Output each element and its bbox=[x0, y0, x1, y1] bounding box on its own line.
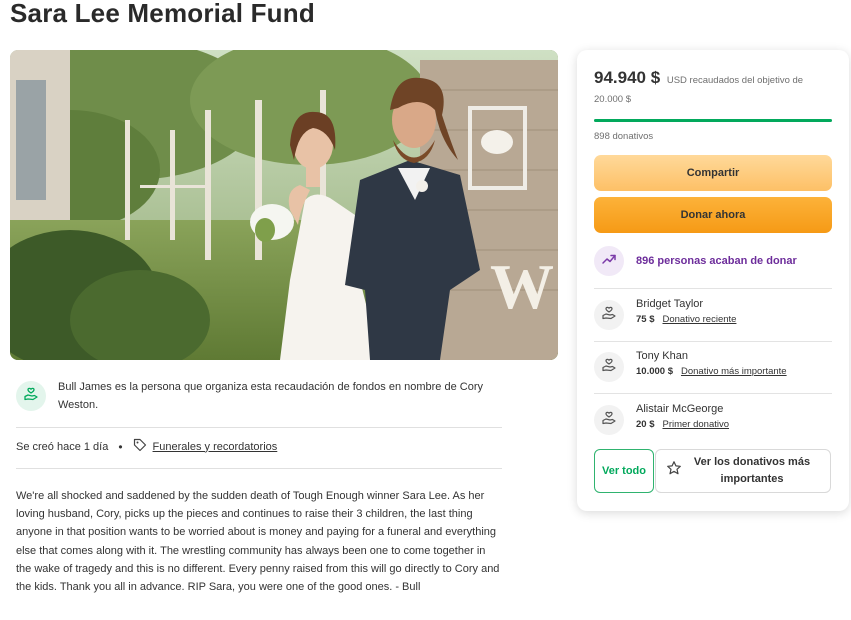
donor-amount: 75 $ bbox=[636, 314, 655, 325]
donor-amount: 20 $ bbox=[636, 419, 655, 430]
divider bbox=[594, 393, 832, 394]
progress-bar bbox=[594, 119, 832, 122]
divider bbox=[594, 288, 832, 289]
donor-amount: 10.000 $ bbox=[636, 366, 673, 377]
donor-avatar bbox=[594, 300, 624, 330]
heart-hand-icon bbox=[23, 386, 39, 407]
trend-badge bbox=[594, 246, 624, 276]
donate-button[interactable]: Donar ahora bbox=[594, 197, 832, 233]
tag-icon bbox=[133, 438, 147, 455]
donor-tag[interactable]: Donativo reciente bbox=[663, 314, 737, 325]
donor-name: Alistair McGeorge bbox=[636, 403, 724, 415]
divider bbox=[594, 341, 832, 342]
donor-tag[interactable]: Donativo más importante bbox=[681, 366, 787, 377]
star-icon bbox=[666, 460, 682, 482]
progress-fill bbox=[594, 119, 832, 122]
see-top-label: Ver los donativos más importantes bbox=[693, 456, 811, 485]
donor-item: Alistair McGeorge 20 $ Primer donativo bbox=[594, 401, 729, 435]
campaign-meta: Se creó hace 1 día • Funerales y recorda… bbox=[16, 438, 277, 455]
recent-activity-text: 896 personas acaban de donar bbox=[636, 255, 797, 267]
donor-name: Tony Khan bbox=[636, 350, 688, 362]
meta-separator: • bbox=[118, 439, 123, 454]
divider bbox=[16, 427, 502, 428]
donor-avatar bbox=[594, 405, 624, 435]
raised-summary: 94.940 $ USD recaudados del objetivo de … bbox=[594, 68, 834, 109]
donor-tag[interactable]: Primer donativo bbox=[663, 419, 730, 430]
donor-item: Tony Khan 10.000 $ Donativo más important… bbox=[594, 348, 787, 382]
page-title: Sara Lee Memorial Fund bbox=[10, 0, 315, 28]
campaign-photo: W bbox=[10, 50, 558, 360]
share-button[interactable]: Compartir bbox=[594, 155, 832, 191]
organizer-text: Bull James es la persona que organiza es… bbox=[58, 381, 483, 411]
created-date: Se creó hace 1 día bbox=[16, 440, 109, 453]
heart-hand-icon bbox=[601, 357, 617, 378]
category-link[interactable]: Funerales y recordatorios bbox=[153, 441, 278, 453]
see-top-donations-button[interactable]: Ver los donativos más importantes bbox=[655, 449, 831, 493]
organizer-info: Bull James es la persona que organiza es… bbox=[16, 378, 502, 414]
raised-amount: 94.940 $ bbox=[594, 68, 661, 87]
campaign-story: We're all shocked and saddened by the su… bbox=[16, 490, 500, 594]
trending-up-icon bbox=[601, 251, 617, 272]
donation-card: 94.940 $ USD recaudados del objetivo de … bbox=[577, 50, 849, 511]
sign-letter: W bbox=[490, 251, 554, 322]
donor-item: Bridget Taylor 75 $ Donativo reciente bbox=[594, 296, 736, 330]
see-all-button[interactable]: Ver todo bbox=[594, 449, 654, 493]
heart-hand-icon bbox=[601, 410, 617, 431]
recent-activity: 896 personas acaban de donar bbox=[594, 246, 797, 276]
heart-hand-icon bbox=[601, 305, 617, 326]
donations-count: 898 donativos bbox=[594, 131, 654, 142]
organizer-avatar bbox=[16, 381, 46, 411]
donor-name: Bridget Taylor bbox=[636, 298, 704, 310]
donor-avatar bbox=[594, 352, 624, 382]
divider bbox=[16, 468, 502, 469]
